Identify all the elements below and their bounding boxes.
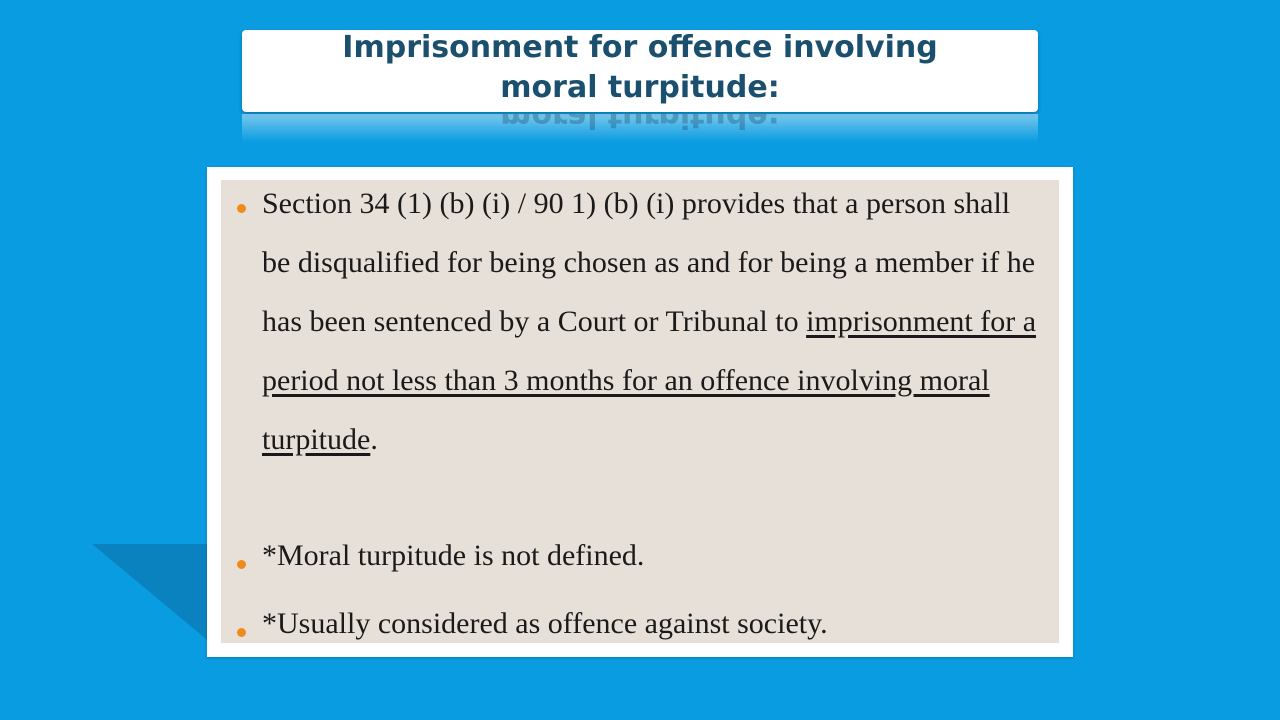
content-frame: Section 34 (1) (b) (i) / 90 1) (b) (i) p… [207, 167, 1073, 657]
bullet-text: *Usually considered as offence against s… [262, 607, 828, 640]
bullet-dot-icon [237, 628, 246, 637]
bullet-text: *Moral turpitude is not defined. [262, 539, 645, 572]
bullet-text: Section 34 (1) (b) (i) / 90 1) (b) (i) p… [262, 174, 1039, 469]
content-panel: Section 34 (1) (b) (i) / 90 1) (b) (i) p… [221, 180, 1059, 643]
slide-title-line-2: moral turpitude: [500, 70, 780, 105]
bullet-dot-icon [237, 204, 246, 213]
slide-title-box: Imprisonment for offence involving moral… [242, 30, 1038, 112]
reflection-line-2: moral turpitude: [500, 114, 780, 134]
slide-title-reflection: moral turpitude: [242, 114, 1038, 142]
bullet-text-end: . [370, 423, 378, 456]
slide-title-line-1: Imprisonment for offence involving [342, 30, 938, 65]
slide-title: Imprisonment for offence involving moral… [342, 28, 937, 108]
bullet-dot-icon [237, 560, 246, 569]
